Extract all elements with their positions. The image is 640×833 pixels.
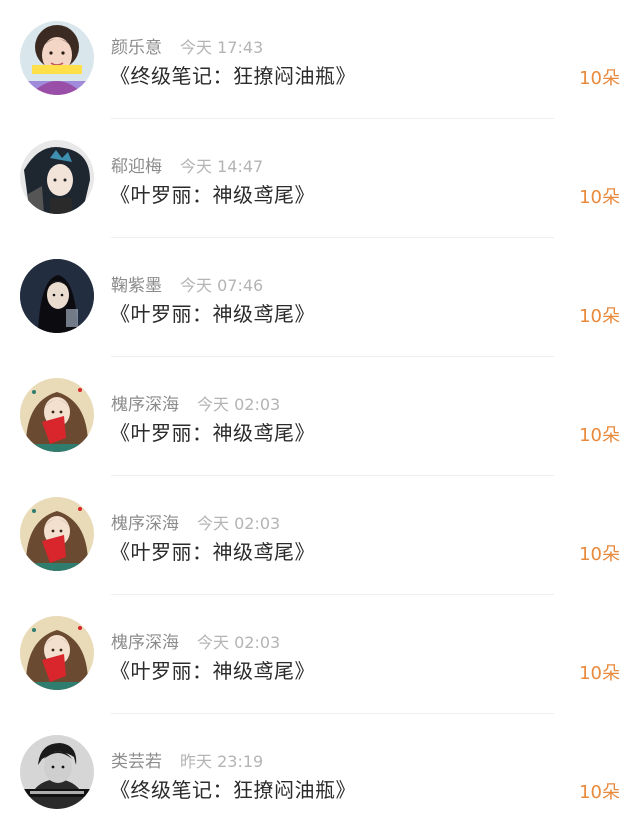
list-item[interactable]: 鞠紫墨 今天 07:46 《叶罗丽：神级鸢尾》 10朵 [0,238,640,357]
timestamp: 今天 14:47 [180,157,264,176]
gift-amount: 10朵 [579,187,620,208]
avatar-bw-boy-icon[interactable] [20,735,94,809]
avatar-fan-girl-icon[interactable] [20,616,94,690]
avatar-dark-portrait-icon[interactable] [20,259,94,333]
timestamp: 昨天 23:19 [180,752,264,771]
gift-amount: 10朵 [579,782,620,803]
book-title[interactable]: 《叶罗丽：神级鸢尾》 [110,298,315,327]
book-title[interactable]: 《叶罗丽：神级鸢尾》 [110,655,315,684]
book-title[interactable]: 《叶罗丽：神级鸢尾》 [110,417,315,446]
user-name[interactable]: 槐序深海 [111,509,179,534]
avatar-anime-boy-icon[interactable] [20,140,94,214]
timestamp: 今天 17:43 [180,38,264,57]
timestamp: 今天 02:03 [197,514,281,533]
timestamp: 今天 02:03 [197,633,281,652]
user-name[interactable]: 郗迎梅 [111,152,162,177]
book-title[interactable]: 《终级笔记：狂撩闷油瓶》 [110,774,356,803]
book-title[interactable]: 《叶罗丽：神级鸢尾》 [110,536,315,565]
list-item[interactable]: 槐序深海 今天 02:03 《叶罗丽：神级鸢尾》 10朵 [0,595,640,714]
user-name[interactable]: 槐序深海 [111,628,179,653]
gift-amount: 10朵 [579,68,620,89]
list-item[interactable]: 类芸若 昨天 23:19 《终级笔记：狂撩闷油瓶》 10朵 [0,714,640,833]
gift-amount: 10朵 [579,425,620,446]
book-title[interactable]: 《叶罗丽：神级鸢尾》 [110,179,315,208]
user-name[interactable]: 颜乐意 [111,33,162,58]
timestamp: 今天 07:46 [180,276,264,295]
gift-amount: 10朵 [579,306,620,327]
avatar-fan-girl-icon[interactable] [20,497,94,571]
avatar-girl-photo-icon[interactable] [20,21,94,95]
user-name[interactable]: 鞠紫墨 [111,271,162,296]
list-item[interactable]: 郗迎梅 今天 14:47 《叶罗丽：神级鸢尾》 10朵 [0,119,640,238]
user-name[interactable]: 类芸若 [111,747,162,772]
gift-record-list: 颜乐意 今天 17:43 《终级笔记：狂撩闷油瓶》 10朵 郗迎梅 今天 14:… [0,0,640,832]
list-item[interactable]: 槐序深海 今天 02:03 《叶罗丽：神级鸢尾》 10朵 [0,357,640,476]
list-item[interactable]: 槐序深海 今天 02:03 《叶罗丽：神级鸢尾》 10朵 [0,476,640,595]
list-item[interactable]: 颜乐意 今天 17:43 《终级笔记：狂撩闷油瓶》 10朵 [0,0,640,119]
gift-amount: 10朵 [579,544,620,565]
book-title[interactable]: 《终级笔记：狂撩闷油瓶》 [110,60,356,89]
avatar-fan-girl-icon[interactable] [20,378,94,452]
timestamp: 今天 02:03 [197,395,281,414]
gift-amount: 10朵 [579,663,620,684]
user-name[interactable]: 槐序深海 [111,390,179,415]
